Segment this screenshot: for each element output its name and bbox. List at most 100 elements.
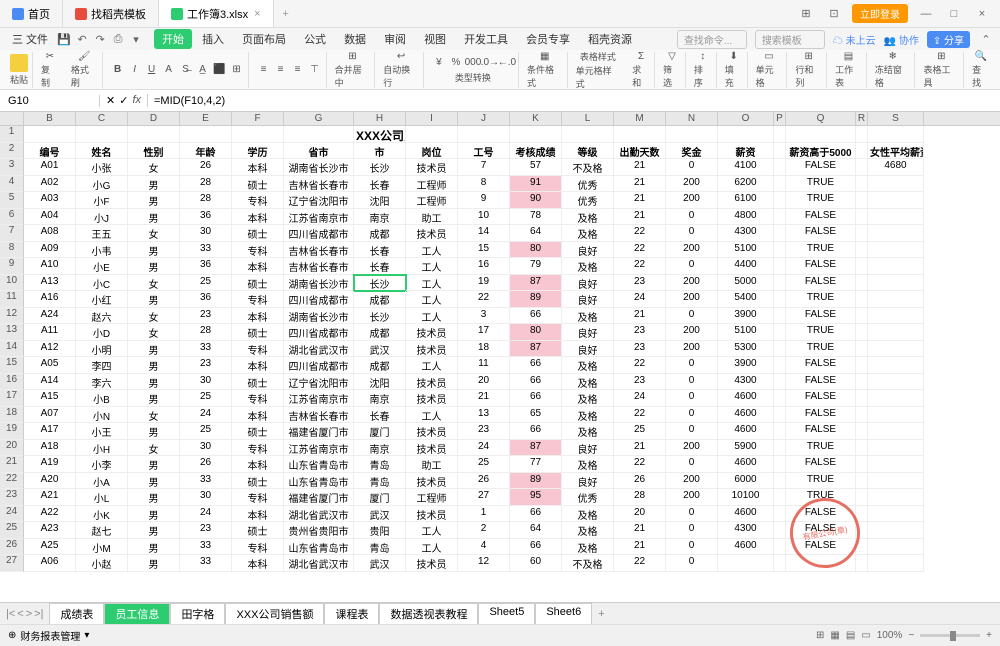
align-right-icon[interactable]: ≡ [291, 63, 305, 77]
cell[interactable]: 女 [128, 275, 180, 292]
cell[interactable] [856, 374, 868, 391]
formula-input[interactable]: =MID(F10,4,2) [148, 95, 1000, 107]
cell[interactable]: 专科 [232, 539, 284, 556]
cell[interactable] [718, 126, 774, 143]
cell[interactable]: 4600 [718, 456, 774, 473]
cell[interactable]: 4600 [718, 390, 774, 407]
sheet-tab[interactable]: 田字格 [170, 603, 225, 624]
cell[interactable]: A08 [24, 225, 76, 242]
cell[interactable]: A12 [24, 341, 76, 358]
cell[interactable]: A16 [24, 291, 76, 308]
cell[interactable]: 21 [614, 209, 666, 226]
cell[interactable]: 33 [180, 242, 232, 259]
cell[interactable] [856, 522, 868, 539]
cell[interactable]: 30 [180, 440, 232, 457]
cell[interactable]: 专科 [232, 489, 284, 506]
cell-header[interactable]: 薪资高于5000 [786, 143, 856, 160]
row-header[interactable]: 5 [0, 192, 24, 209]
cell[interactable]: 赵六 [76, 308, 128, 325]
col-header[interactable]: L [562, 112, 614, 125]
cell[interactable]: 南京 [354, 390, 406, 407]
cell[interactable] [856, 407, 868, 424]
cell[interactable] [774, 390, 786, 407]
cell[interactable]: 及格 [562, 522, 614, 539]
cell[interactable]: A06 [24, 555, 76, 572]
cell[interactable]: 0 [666, 407, 718, 424]
cell[interactable]: 四川省成都市 [284, 324, 354, 341]
cell[interactable]: 200 [666, 176, 718, 193]
cell[interactable]: A02 [24, 176, 76, 193]
cell[interactable]: 武汉 [354, 341, 406, 358]
cell[interactable] [774, 341, 786, 358]
cell[interactable]: 成都 [354, 324, 406, 341]
cell[interactable]: A23 [24, 522, 76, 539]
cell[interactable]: 22 [614, 456, 666, 473]
template-search[interactable]: 搜索模板 [755, 30, 825, 49]
cell[interactable]: 23 [614, 374, 666, 391]
cell[interactable]: 吉林省长春市 [284, 242, 354, 259]
cell[interactable]: A01 [24, 159, 76, 176]
cell[interactable]: FALSE [786, 357, 856, 374]
cell[interactable]: 23 [458, 423, 510, 440]
cell[interactable]: TRUE [786, 242, 856, 259]
cell[interactable]: 25 [180, 423, 232, 440]
cell[interactable]: 厦门 [354, 489, 406, 506]
cell[interactable]: 25 [458, 456, 510, 473]
cell[interactable]: 4300 [718, 374, 774, 391]
italic-icon[interactable]: I [128, 63, 142, 77]
cell[interactable]: 0 [666, 506, 718, 523]
cell[interactable]: 不及格 [562, 159, 614, 176]
cell[interactable]: 23 [180, 522, 232, 539]
cell[interactable]: FALSE [786, 407, 856, 424]
cell[interactable] [856, 324, 868, 341]
cell[interactable]: 8 [458, 176, 510, 193]
row-header[interactable]: 10 [0, 275, 24, 292]
cell[interactable]: 男 [128, 258, 180, 275]
cell[interactable]: 南京 [354, 440, 406, 457]
cell[interactable]: 24 [180, 506, 232, 523]
cell[interactable] [232, 126, 284, 143]
cell[interactable]: 5100 [718, 242, 774, 259]
row-header[interactable]: 8 [0, 242, 24, 259]
valign-icon[interactable]: ⊤ [308, 63, 322, 77]
cell[interactable]: 江苏省南京市 [284, 390, 354, 407]
row-header[interactable]: 17 [0, 390, 24, 407]
cell-header[interactable]: 学历 [232, 143, 284, 160]
cell[interactable]: 武汉 [354, 506, 406, 523]
cell[interactable]: TRUE [786, 489, 856, 506]
cell[interactable]: 23 [180, 308, 232, 325]
col-header[interactable]: P [774, 112, 786, 125]
cell[interactable]: 28 [180, 324, 232, 341]
row-header[interactable]: 18 [0, 407, 24, 424]
cell[interactable] [774, 456, 786, 473]
share-button[interactable]: ⇪ 分享 [927, 31, 970, 48]
cell[interactable] [774, 192, 786, 209]
cell[interactable]: 湖南省长沙市 [284, 275, 354, 292]
cancel-formula-icon[interactable]: ✕ [106, 94, 115, 107]
cell[interactable]: 21 [614, 440, 666, 457]
cell-icon[interactable]: ▭ [762, 51, 776, 62]
cell[interactable]: 女 [128, 225, 180, 242]
cell[interactable]: A04 [24, 209, 76, 226]
cell[interactable]: 6100 [718, 192, 774, 209]
cell[interactable]: A10 [24, 258, 76, 275]
cell[interactable]: 小王 [76, 423, 128, 440]
row-header[interactable]: 24 [0, 506, 24, 523]
cell[interactable]: 本科 [232, 456, 284, 473]
cell[interactable] [774, 539, 786, 556]
cell[interactable]: 17 [458, 324, 510, 341]
cell[interactable]: 90 [510, 192, 562, 209]
cell[interactable]: 长春 [354, 407, 406, 424]
font-icon[interactable]: A [162, 63, 176, 77]
cell[interactable]: A19 [24, 456, 76, 473]
cell[interactable]: 64 [510, 225, 562, 242]
cell[interactable]: 男 [128, 357, 180, 374]
view-normal-icon[interactable]: ⊞ [816, 630, 824, 641]
cell[interactable]: 工人 [406, 242, 458, 259]
cell[interactable] [856, 225, 868, 242]
cell[interactable]: 工人 [406, 357, 458, 374]
ribbon-tab-公式[interactable]: 公式 [296, 29, 334, 49]
cell[interactable]: 优秀 [562, 176, 614, 193]
cell[interactable]: 89 [510, 291, 562, 308]
cell[interactable]: 及格 [562, 374, 614, 391]
